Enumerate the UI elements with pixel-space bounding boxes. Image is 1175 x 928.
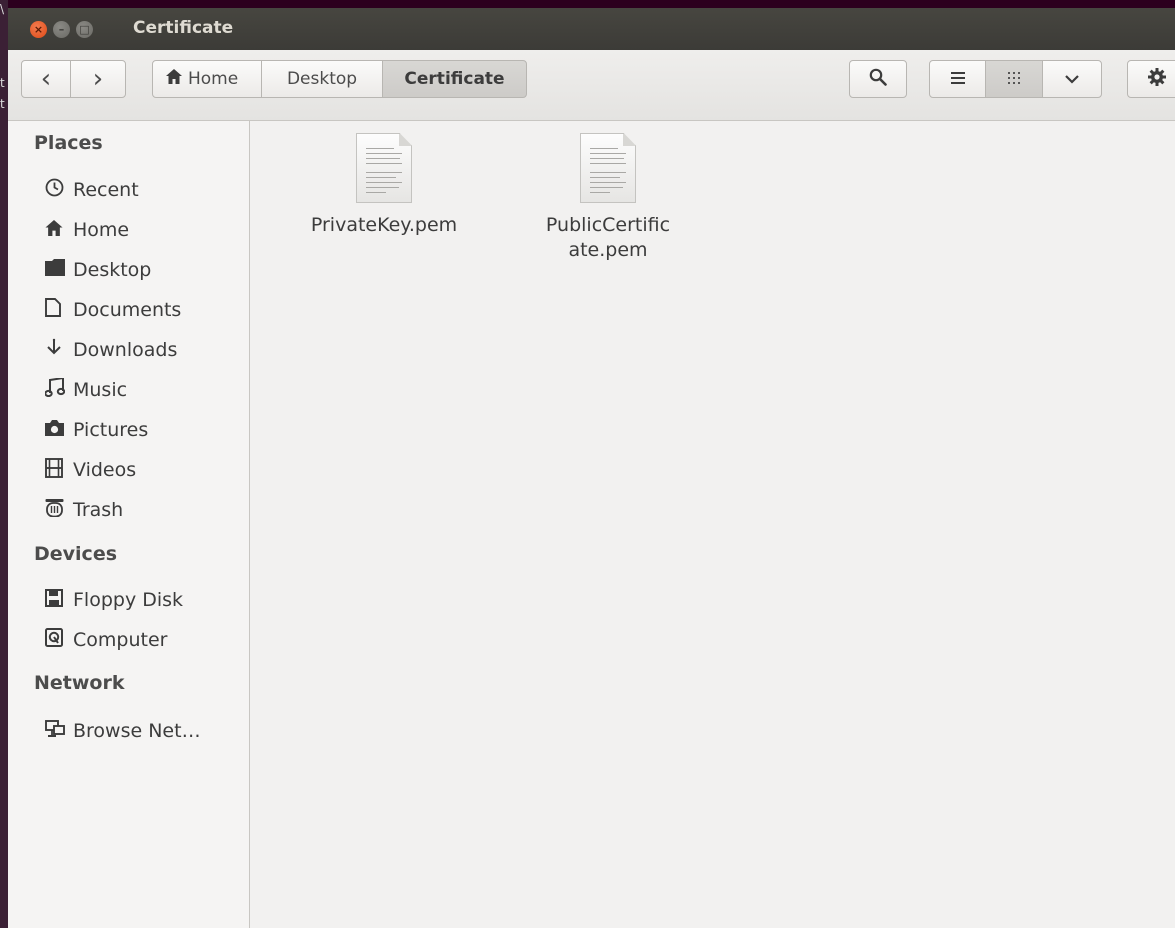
desktop-edge: \ t t bbox=[0, 0, 8, 928]
text-file-icon bbox=[356, 133, 412, 203]
home-icon bbox=[166, 69, 182, 89]
sidebar-item-label: Music bbox=[73, 379, 128, 401]
music-icon bbox=[44, 376, 73, 402]
sidebar-item-label: Pictures bbox=[73, 419, 149, 441]
grid-view-icon bbox=[1008, 69, 1020, 89]
breadcrumb-current[interactable]: Certificate bbox=[382, 60, 527, 98]
forward-button[interactable]: › bbox=[70, 60, 126, 98]
window-maximize-button[interactable]: □ bbox=[76, 21, 93, 38]
title-bar[interactable]: × – □ Certificate bbox=[8, 8, 1175, 50]
sidebar-item-label: Documents bbox=[73, 299, 182, 321]
desktop-glyph: t bbox=[0, 97, 5, 111]
film-icon bbox=[45, 457, 73, 483]
file-manager-window: × – □ Certificate ‹ › Home Desktop Certi… bbox=[8, 8, 1175, 928]
list-view-button[interactable] bbox=[929, 60, 986, 98]
home-icon bbox=[45, 219, 73, 241]
desktop-glyph: t bbox=[0, 76, 5, 90]
sidebar-item-label: Trash bbox=[73, 499, 124, 521]
toolbar: ‹ › Home Desktop Certificate bbox=[8, 50, 1175, 121]
search-button[interactable] bbox=[849, 60, 907, 98]
file-name: PrivateKey.pem bbox=[310, 214, 458, 236]
sidebar-item-videos[interactable]: Videos bbox=[45, 452, 136, 488]
sidebar-item-home[interactable]: Home bbox=[45, 212, 129, 248]
sidebar: Places Recent Home Desktop Documents Dow… bbox=[8, 121, 250, 928]
back-button[interactable]: ‹ bbox=[21, 60, 71, 98]
sidebar-item-label: Desktop bbox=[73, 259, 152, 281]
maximize-icon: □ bbox=[79, 23, 90, 36]
minimize-icon: – bbox=[58, 23, 65, 36]
text-file-icon bbox=[580, 133, 636, 203]
close-icon: × bbox=[33, 23, 44, 36]
breadcrumb-desktop-label: Desktop bbox=[286, 69, 358, 89]
chevron-down-icon bbox=[1065, 69, 1079, 89]
file-item[interactable]: PrivateKey.pem bbox=[294, 133, 474, 238]
file-name: PublicCertificate.pem bbox=[545, 214, 671, 261]
desktop-glyph: \ bbox=[0, 2, 5, 16]
download-icon bbox=[45, 338, 73, 362]
breadcrumb-home[interactable]: Home bbox=[152, 60, 262, 98]
view-options-button[interactable] bbox=[1042, 60, 1102, 98]
sidebar-item-desktop[interactable]: Desktop bbox=[45, 252, 151, 288]
sidebar-item-recent[interactable]: Recent bbox=[45, 172, 139, 208]
sidebar-item-computer[interactable]: Computer bbox=[45, 622, 167, 658]
sidebar-item-floppy-disk[interactable]: Floppy Disk bbox=[45, 582, 183, 618]
trash-icon bbox=[45, 498, 73, 522]
sidebar-item-downloads[interactable]: Downloads bbox=[45, 332, 177, 368]
document-icon bbox=[45, 298, 73, 322]
sidebar-item-label: Computer bbox=[73, 629, 168, 651]
network-icon bbox=[45, 719, 73, 743]
sidebar-item-label: Recent bbox=[73, 179, 139, 201]
places-heading: Places bbox=[34, 132, 103, 154]
harddisk-icon bbox=[45, 628, 73, 652]
sidebar-item-label: Floppy Disk bbox=[73, 589, 184, 611]
settings-button[interactable] bbox=[1127, 60, 1175, 98]
sidebar-item-trash[interactable]: Trash bbox=[45, 492, 123, 528]
clock-icon bbox=[45, 178, 73, 202]
file-view[interactable]: PrivateKey.pem PublicCertificate.pem bbox=[250, 121, 1175, 928]
folder-icon bbox=[45, 259, 73, 281]
sidebar-item-label: Downloads bbox=[73, 339, 178, 361]
breadcrumb-desktop[interactable]: Desktop bbox=[261, 60, 383, 98]
window-title: Certificate bbox=[133, 18, 234, 38]
sidebar-item-label: Home bbox=[73, 219, 130, 241]
window-close-button[interactable]: × bbox=[30, 21, 47, 38]
chevron-left-icon: ‹ bbox=[40, 64, 52, 94]
search-icon bbox=[869, 68, 887, 91]
chevron-right-icon: › bbox=[92, 64, 104, 94]
list-view-icon bbox=[950, 69, 965, 89]
network-heading: Network bbox=[34, 672, 125, 694]
sidebar-item-label: Videos bbox=[73, 459, 137, 481]
grid-view-button[interactable] bbox=[985, 60, 1043, 98]
sidebar-item-browse-network[interactable]: Browse Net… bbox=[45, 713, 201, 749]
gear-icon bbox=[1148, 67, 1166, 91]
sidebar-item-documents[interactable]: Documents bbox=[45, 292, 181, 328]
sidebar-item-music[interactable]: Music bbox=[44, 372, 128, 408]
floppy-icon bbox=[45, 588, 73, 612]
sidebar-item-label: Browse Net… bbox=[73, 720, 201, 742]
devices-heading: Devices bbox=[34, 543, 118, 565]
sidebar-item-pictures[interactable]: Pictures bbox=[45, 412, 148, 448]
file-item[interactable]: PublicCertificate.pem bbox=[541, 133, 675, 263]
breadcrumb-home-label: Home bbox=[188, 69, 239, 89]
breadcrumb-current-label: Certificate bbox=[404, 69, 505, 89]
camera-icon bbox=[45, 419, 73, 441]
window-minimize-button[interactable]: – bbox=[53, 21, 70, 38]
